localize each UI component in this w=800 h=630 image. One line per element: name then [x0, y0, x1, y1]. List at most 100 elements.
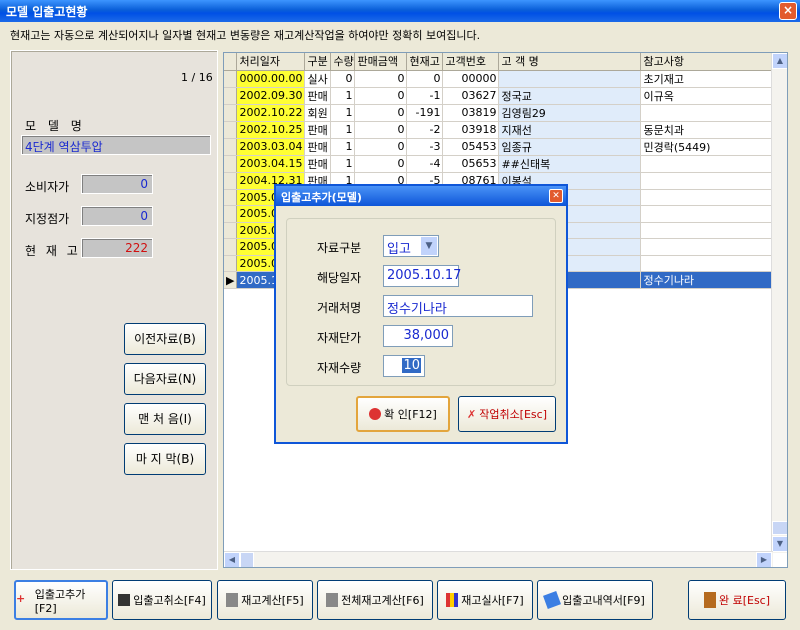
table-cell[interactable]: 0	[330, 70, 356, 88]
table-cell[interactable]	[640, 155, 787, 173]
scroll-right-icon[interactable]: ▶	[756, 552, 772, 567]
table-cell[interactable]	[640, 238, 787, 256]
table-cell[interactable]: 지재선	[498, 121, 642, 139]
dialog-close-icon[interactable]: ✕	[549, 189, 563, 203]
column-header[interactable]: 현재고	[406, 53, 444, 71]
table-cell[interactable]: 실사	[304, 70, 332, 88]
table-row[interactable]: 2003.04.15 판매 1 0 -4 05653 ##신태복	[224, 155, 787, 173]
row-indicator[interactable]	[224, 172, 238, 190]
table-cell[interactable]: 0	[354, 104, 408, 122]
first-record-button[interactable]: 맨 처 음(I)	[124, 403, 206, 435]
row-indicator[interactable]	[224, 138, 238, 156]
table-cell[interactable]: 민경락(5449)	[640, 138, 787, 156]
table-cell[interactable]	[640, 104, 787, 122]
table-cell[interactable]: 0	[354, 155, 408, 173]
table-cell[interactable]: 1	[330, 104, 356, 122]
table-cell[interactable]: 1	[330, 155, 356, 173]
close-icon[interactable]: ×	[779, 2, 797, 20]
table-cell[interactable]: -2	[406, 121, 444, 139]
stock-calc-button[interactable]: 재고계산[F5]	[217, 580, 313, 620]
cancel-work-button[interactable]: ✗ 작업취소[Esc]	[458, 396, 556, 432]
table-cell[interactable]	[640, 222, 787, 239]
scroll-up-icon[interactable]: ▲	[772, 53, 787, 69]
table-cell[interactable]: 03627	[442, 87, 500, 105]
table-cell[interactable]: 2003.04.15	[236, 155, 306, 173]
full-stock-calc-button[interactable]: 전체재고계산[F6]	[317, 580, 433, 620]
price-field[interactable]: 38,000	[383, 325, 453, 347]
table-cell[interactable]: -191	[406, 104, 444, 122]
table-cell[interactable]: 초기재고	[640, 70, 787, 88]
table-cell[interactable]: 05453	[442, 138, 500, 156]
table-cell[interactable]: 0	[354, 138, 408, 156]
table-cell[interactable]	[640, 189, 787, 206]
table-cell[interactable]: 2002.10.22	[236, 104, 306, 122]
prev-record-button[interactable]: 이전자료(B)	[124, 323, 206, 355]
row-indicator[interactable]	[224, 87, 238, 105]
inout-history-button[interactable]: 입출고내역서[F9]	[537, 580, 653, 620]
stock-audit-button[interactable]: 재고실사[F7]	[437, 580, 533, 620]
table-cell[interactable]: 1	[330, 138, 356, 156]
add-inout-button[interactable]: + 입출고추가[F2]	[14, 580, 108, 620]
row-indicator[interactable]	[224, 121, 238, 139]
row-indicator[interactable]	[224, 189, 238, 206]
table-cell[interactable]: 판매	[304, 121, 332, 139]
table-cell[interactable]: 03918	[442, 121, 500, 139]
table-cell[interactable]: 1	[330, 87, 356, 105]
table-cell[interactable]: -1	[406, 87, 444, 105]
row-indicator[interactable]	[224, 155, 238, 173]
table-cell[interactable]: 2002.10.25	[236, 121, 306, 139]
table-cell[interactable]: ##신태복	[498, 155, 642, 173]
table-row[interactable]: 2002.10.22 회원 1 0 -191 03819 김영림29	[224, 104, 787, 122]
vertical-scrollbar[interactable]: ▲ ▼	[771, 53, 787, 553]
table-cell[interactable]: 0	[354, 87, 408, 105]
table-cell[interactable]: 1	[330, 121, 356, 139]
column-header[interactable]: 처리일자	[236, 53, 306, 71]
qty-field[interactable]: 10	[383, 355, 425, 377]
table-cell[interactable]: 03819	[442, 104, 500, 122]
table-cell[interactable]: 0000.00.00	[236, 70, 306, 88]
row-indicator[interactable]	[224, 70, 238, 88]
table-cell[interactable]: 2002.09.30	[236, 87, 306, 105]
column-header[interactable]: 판매금액	[354, 53, 408, 71]
row-indicator[interactable]	[224, 104, 238, 122]
row-indicator[interactable]: ▶	[224, 271, 238, 289]
table-cell[interactable]	[498, 70, 642, 88]
table-row[interactable]: 2002.10.25 판매 1 0 -2 03918 지재선 동문치과	[224, 121, 787, 139]
table-row[interactable]: 2003.03.04 판매 1 0 -3 05453 임종규 민경락(5449)	[224, 138, 787, 156]
table-cell[interactable]: 0	[406, 70, 444, 88]
last-record-button[interactable]: 마 지 막(B)	[124, 443, 206, 475]
table-cell[interactable]	[640, 205, 787, 223]
table-cell[interactable]: -4	[406, 155, 444, 173]
table-row[interactable]: 0000.00.00 실사 0 0 0 00000 초기재고	[224, 70, 787, 88]
table-cell[interactable]: 00000	[442, 70, 500, 88]
confirm-button[interactable]: 확 인[F12]	[356, 396, 450, 432]
scroll-left-icon[interactable]: ◀	[224, 552, 240, 567]
table-cell[interactable]: 0	[354, 121, 408, 139]
horizontal-scrollbar[interactable]: ◀ ▶	[224, 551, 773, 567]
table-cell[interactable]: 판매	[304, 138, 332, 156]
table-cell[interactable]: 동문치과	[640, 121, 787, 139]
column-header[interactable]: 구분	[304, 53, 332, 71]
date-field[interactable]: 2005.10.17	[383, 265, 461, 287]
row-indicator[interactable]	[224, 222, 238, 239]
done-button[interactable]: 완 료[Esc]	[688, 580, 786, 620]
table-cell[interactable]	[640, 255, 787, 272]
next-record-button[interactable]: 다음자료(N)	[124, 363, 206, 395]
row-indicator[interactable]	[224, 255, 238, 272]
vendor-field[interactable]: 정수기나라	[383, 295, 533, 317]
type-select[interactable]: 입고 ▼	[383, 235, 439, 257]
scroll-down-icon[interactable]: ▼	[772, 536, 787, 552]
table-row[interactable]: 2002.09.30 판매 1 0 -1 03627 정국교 이규옥	[224, 87, 787, 105]
column-header[interactable]: 수량	[330, 53, 356, 71]
hscroll-thumb[interactable]	[240, 552, 254, 567]
scroll-thumb[interactable]	[772, 521, 787, 535]
row-indicator[interactable]	[224, 205, 238, 223]
table-cell[interactable]: 판매	[304, 155, 332, 173]
column-header[interactable]: 고 객 명	[498, 53, 642, 71]
table-cell[interactable]: 05653	[442, 155, 500, 173]
table-cell[interactable]: 이규옥	[640, 87, 787, 105]
table-cell[interactable]	[640, 172, 787, 190]
chevron-down-icon[interactable]: ▼	[421, 237, 437, 255]
table-cell[interactable]: 0	[354, 70, 408, 88]
table-cell[interactable]: 정수기나라	[640, 271, 787, 289]
